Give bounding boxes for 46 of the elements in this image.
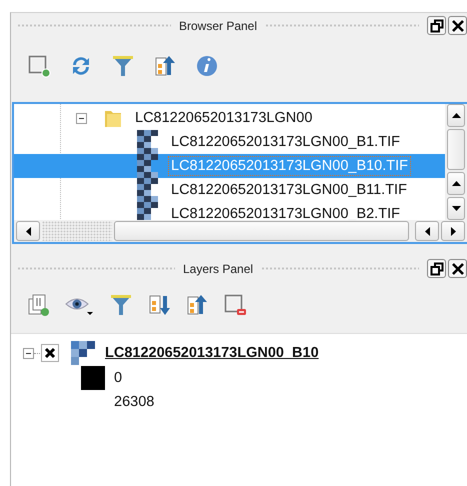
left-arrow-icon	[26, 226, 30, 236]
raster-icon	[137, 130, 159, 154]
tree-item[interactable]: LC81220652013173LGN00_B11.TIF	[14, 178, 445, 202]
legend-label: 26308	[114, 394, 154, 410]
visibility-checkbox[interactable]	[41, 344, 59, 362]
raster-icon	[71, 341, 95, 365]
right-arrow-icon	[450, 226, 456, 236]
panel-title: Layers Panel	[182, 262, 254, 276]
up-arrow-icon	[452, 113, 460, 118]
panel-title: Browser Panel	[178, 18, 258, 32]
tree-item[interactable]: LC81220652013173LGN00_B1.TIF	[14, 130, 445, 154]
float-button[interactable]	[427, 16, 446, 35]
float-button[interactable]	[427, 259, 446, 278]
add-layer-icon[interactable]	[27, 54, 51, 78]
left-arrow-icon	[424, 226, 430, 236]
collapse-toggle-icon[interactable]	[23, 348, 34, 358]
layer-name[interactable]: LC81220652013173LGN00_B10	[105, 345, 319, 361]
scrollbar-thumb[interactable]	[447, 129, 465, 170]
scroll-up-button[interactable]	[447, 172, 465, 195]
scroll-up-button[interactable]	[447, 104, 465, 128]
collapse-toggle-icon[interactable]	[76, 112, 87, 124]
down-arrow-icon	[452, 206, 460, 211]
close-button[interactable]	[448, 16, 467, 35]
collapse-icon[interactable]	[153, 54, 177, 78]
raster-icon	[137, 178, 159, 202]
scroll-left-button[interactable]	[415, 221, 439, 241]
scroll-right-button[interactable]	[441, 221, 465, 241]
cross-icon	[44, 347, 56, 359]
legend-label: 0	[114, 370, 122, 386]
expand-icon[interactable]	[147, 293, 171, 317]
scroll-left-button[interactable]	[16, 221, 40, 241]
filter-icon[interactable]	[111, 54, 135, 78]
tree-item[interactable]: LC81220652013173LGN00_B2.TIF	[14, 202, 445, 220]
up-arrow-icon	[452, 180, 460, 186]
collapse-icon[interactable]	[185, 293, 209, 317]
folder-name: LC81220652013173LGN00	[134, 109, 314, 127]
tree-item[interactable]: LC81220652013173LGN00	[14, 106, 445, 130]
filter-icon[interactable]	[109, 293, 133, 317]
remove-layer-icon[interactable]	[223, 293, 247, 317]
raster-icon	[137, 154, 159, 178]
scrollbar-thumb[interactable]	[114, 221, 409, 241]
scroll-down-button[interactable]	[447, 196, 465, 220]
close-button[interactable]	[448, 259, 467, 278]
add-group-icon[interactable]	[27, 293, 51, 317]
info-icon[interactable]	[195, 54, 219, 78]
raster-icon	[137, 202, 159, 220]
